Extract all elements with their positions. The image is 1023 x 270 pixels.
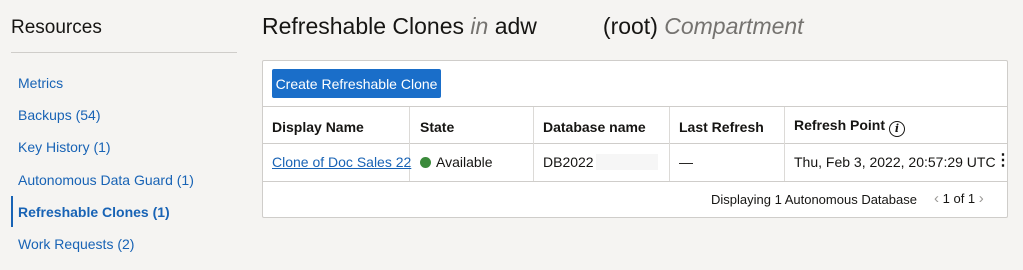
refreshable-clones-table: Create Refreshable Clone Display Name St… — [262, 60, 1011, 218]
sidebar-item-work-requests[interactable]: Work Requests (2) — [18, 236, 134, 252]
column-header-display-name[interactable]: Display Name — [272, 119, 364, 135]
page-title-text: Refreshable Clones — [262, 13, 465, 39]
column-header-state[interactable]: State — [420, 119, 454, 135]
compartment-word: Compartment — [664, 13, 804, 39]
column-header-last-refresh[interactable]: Last Refresh — [679, 119, 764, 135]
sidebar-item-backups[interactable]: Backups (54) — [18, 107, 100, 123]
last-refresh-cell: — — [679, 154, 693, 170]
info-icon[interactable]: i — [889, 121, 906, 137]
state-cell: Available — [420, 154, 493, 170]
available-status-dot-icon — [420, 157, 431, 168]
table-footer-count: Displaying 1 Autonomous Database — [711, 192, 917, 207]
page-title: Refreshable Clones in adw (root) Compartm… — [262, 13, 804, 40]
database-name-cell: DB2022 — [543, 154, 658, 170]
chevron-right-icon[interactable]: › — [979, 190, 984, 207]
kebab-menu-icon[interactable]: ⋮ — [995, 153, 1011, 169]
sidebar-item-refreshable-clones[interactable]: Refreshable Clones (1) — [18, 204, 170, 220]
refresh-point-label: Refresh Point — [794, 117, 886, 133]
sidebar-item-key-history[interactable]: Key History (1) — [18, 139, 111, 155]
active-indicator — [11, 196, 13, 227]
table-header-row: Display Name State Database name Last Re… — [263, 106, 1007, 181]
display-name-link[interactable]: Clone of Doc Sales 22 — [272, 154, 411, 170]
column-header-database-name[interactable]: Database name — [543, 119, 646, 135]
refresh-point-cell: Thu, Feb 3, 2022, 20:57:29 UTC — [794, 154, 996, 170]
page-title-in: in — [470, 13, 489, 39]
column-header-refresh-point[interactable]: Refresh Point i — [794, 117, 906, 137]
pagination-text: 1 of 1 — [942, 191, 976, 206]
sidebar-item-autonomous-data-guard[interactable]: Autonomous Data Guard (1) — [18, 172, 194, 188]
create-refreshable-clone-button[interactable]: Create Refreshable Clone — [272, 69, 441, 98]
chevron-left-icon[interactable]: ‹ — [934, 190, 939, 207]
compartment-root: (root) — [602, 13, 658, 39]
pagination: ‹ 1 of 1 › — [934, 190, 984, 207]
resources-sidebar: Resources Metrics Backups (54) Key Histo… — [0, 0, 240, 270]
compartment-name: adw — [494, 13, 537, 39]
resources-title: Resources — [11, 17, 102, 38]
clone-display-name-link[interactable]: Clone of Doc Sales 22 — [272, 154, 411, 170]
sidebar-item-metrics[interactable]: Metrics — [18, 75, 63, 91]
resources-divider — [11, 52, 237, 53]
database-name-text: DB2022 — [543, 154, 594, 170]
state-text: Available — [436, 154, 493, 170]
redacted-region — [595, 154, 658, 170]
table-row: Clone of Doc Sales 22 Available DB2022 —… — [263, 144, 1011, 182]
